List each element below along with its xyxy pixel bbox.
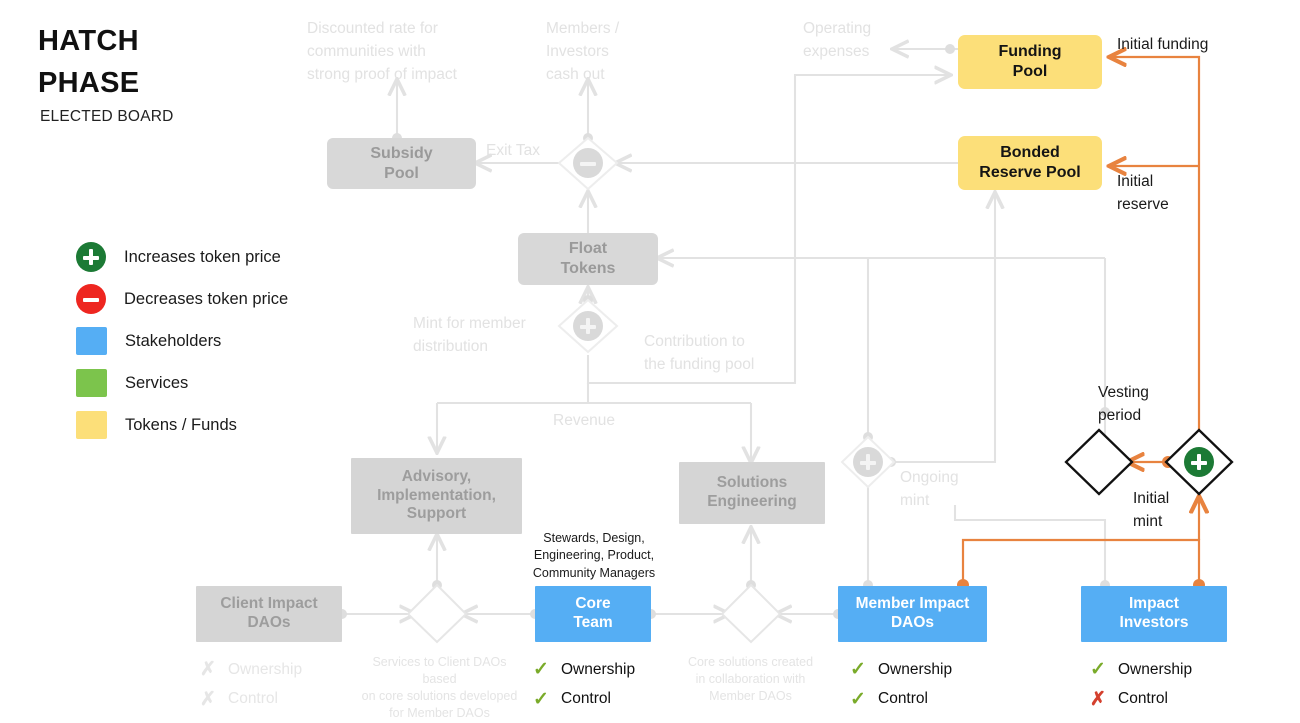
node-member-impact-daos[interactable]: Member Impact DAOs — [838, 586, 987, 642]
label-mint-for-member-distribution: Mint for member distribution — [413, 315, 526, 355]
check-icon: ✓ — [1090, 659, 1106, 681]
ownership-control-client-impact-daos: ✗ Ownership ✗ Control — [200, 655, 302, 714]
x-icon: ✗ — [200, 688, 216, 710]
ownership-label: Ownership — [1118, 661, 1193, 678]
legend-label: Tokens / Funds — [125, 415, 237, 434]
node-advisory-implementation-support[interactable]: Advisory, Implementation, Support — [351, 458, 522, 534]
color-swatch-services — [76, 369, 107, 397]
label-initial-funding: Initial funding — [1117, 36, 1209, 53]
control-label: Control — [1118, 690, 1168, 708]
ownership-label: Ownership — [878, 661, 953, 678]
label-members-cash-out: Members / Investors cash out — [546, 20, 620, 83]
x-icon: ✗ — [1090, 688, 1106, 710]
ownership-row: ✓ Ownership — [1090, 655, 1192, 684]
ownership-label: Ownership — [561, 661, 636, 678]
ownership-control-core-team: ✓ Ownership ✓ Control — [533, 655, 635, 714]
control-row: ✓ Control — [850, 684, 952, 713]
x-icon: ✗ — [200, 659, 216, 681]
node-subsidy-pool[interactable]: Subsidy Pool — [327, 138, 476, 189]
check-icon: ✓ — [850, 688, 866, 710]
plus-circle-icon-initial-mint — [1184, 447, 1214, 477]
control-row: ✓ Control — [533, 684, 635, 713]
legend-item-services: Services — [76, 362, 288, 404]
label-operating-expenses: Operating expenses — [803, 20, 872, 60]
check-icon: ✓ — [533, 688, 549, 710]
control-row: ✗ Control — [1090, 684, 1192, 713]
control-label: Control — [228, 690, 278, 708]
ownership-control-member-impact-daos: ✓ Ownership ✓ Control — [850, 655, 952, 714]
label-core-solutions-created: Core solutions created in collaboration … — [687, 655, 814, 703]
node-bonded-reserve-pool[interactable]: Bonded Reserve Pool — [958, 136, 1102, 190]
legend-label: Services — [125, 373, 189, 392]
label-core-team-roles: Stewards, Design, Engineering, Product, … — [532, 531, 656, 580]
plus-circle-icon-mint — [573, 311, 603, 341]
label-services-to-client-daos: Services to Client DAOs based on core so… — [361, 655, 518, 720]
node-funding-pool[interactable]: Funding Pool — [958, 35, 1102, 89]
label-initial-reserve: Initial reserve — [1117, 173, 1169, 213]
legend-label: Decreases token price — [124, 289, 289, 308]
legend-item-tokens-funds: Tokens / Funds — [76, 404, 288, 446]
node-float-tokens[interactable]: Float Tokens — [518, 233, 658, 285]
title-line-1: HATCH — [38, 25, 139, 57]
ownership-control-impact-investors: ✓ Ownership ✗ Control — [1090, 655, 1192, 714]
node-impact-investors[interactable]: Impact Investors — [1081, 586, 1227, 642]
node-solutions-engineering[interactable]: Solutions Engineering — [679, 462, 825, 524]
control-label: Control — [878, 690, 928, 708]
label-revenue: Revenue — [553, 412, 616, 429]
label-contribution-to-funding-pool: Contribution to the funding pool — [644, 333, 755, 373]
legend: Increases token price Decreases token pr… — [76, 236, 288, 446]
title-line-2: PHASE — [38, 67, 140, 100]
legend-item-decreases: Decreases token price — [76, 278, 288, 320]
page-subtitle: ELECTED BOARD — [40, 108, 174, 125]
legend-item-increases: Increases token price — [76, 236, 288, 278]
check-icon: ✓ — [850, 659, 866, 681]
node-client-impact-daos[interactable]: Client Impact DAOs — [196, 586, 342, 642]
color-swatch-tokens-funds — [76, 411, 107, 439]
ownership-row: ✓ Ownership — [533, 655, 635, 684]
ownership-row: ✓ Ownership — [850, 655, 952, 684]
color-swatch-stakeholders — [76, 327, 107, 355]
minus-circle-icon — [76, 284, 106, 314]
control-row: ✗ Control — [200, 684, 302, 713]
plus-circle-icon-ongoing-mint — [853, 447, 883, 477]
page-title: HATCH PHASE — [38, 20, 139, 104]
ownership-row: ✗ Ownership — [200, 655, 302, 684]
label-exit-tax: Exit Tax — [486, 142, 540, 159]
legend-label: Increases token price — [124, 247, 281, 266]
legend-label: Stakeholders — [125, 331, 222, 350]
control-label: Control — [561, 690, 611, 708]
label-vesting-period: Vesting period — [1098, 384, 1149, 424]
diagram-canvas: HATCH PHASE ELECTED BOARD Increases toke… — [0, 0, 1300, 723]
check-icon: ✓ — [533, 659, 549, 681]
label-initial-mint: Initial mint — [1133, 490, 1170, 530]
label-discounted-rate: Discounted rate for communities with str… — [307, 20, 457, 83]
legend-item-stakeholders: Stakeholders — [76, 320, 288, 362]
ownership-label: Ownership — [228, 661, 303, 678]
plus-circle-icon — [76, 242, 106, 272]
minus-circle-icon-exit-tax — [573, 148, 603, 178]
label-ongoing-mint: Ongoing mint — [900, 469, 959, 509]
node-core-team[interactable]: Core Team — [535, 586, 651, 642]
